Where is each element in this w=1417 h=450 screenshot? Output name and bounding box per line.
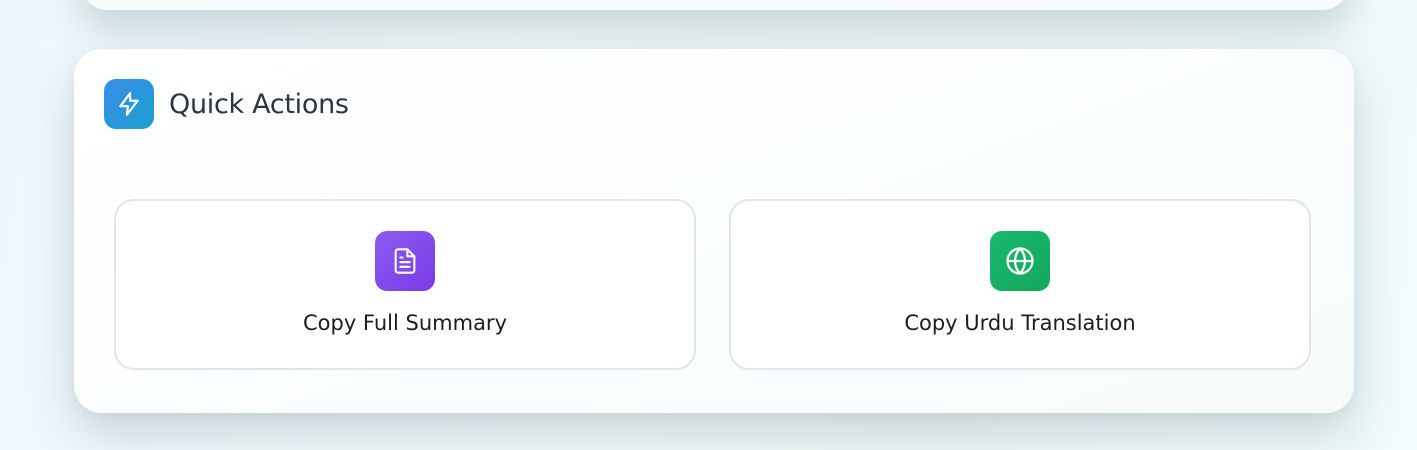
copy-full-summary-label: Copy Full Summary [302,311,507,335]
copy-full-summary-button[interactable]: Copy Full Summary [114,199,696,370]
lightning-icon [104,79,154,129]
document-icon [375,231,435,291]
quick-actions-panel: Quick Actions Copy Full Summary Copy Urd… [74,49,1354,413]
globe-icon [990,231,1050,291]
copy-urdu-translation-button[interactable]: Copy Urdu Translation [729,199,1311,370]
panel-title: Quick Actions [169,88,349,120]
panel-header: Quick Actions [104,79,349,129]
previous-card-edge [80,0,1350,10]
copy-urdu-translation-label: Copy Urdu Translation [904,311,1136,335]
